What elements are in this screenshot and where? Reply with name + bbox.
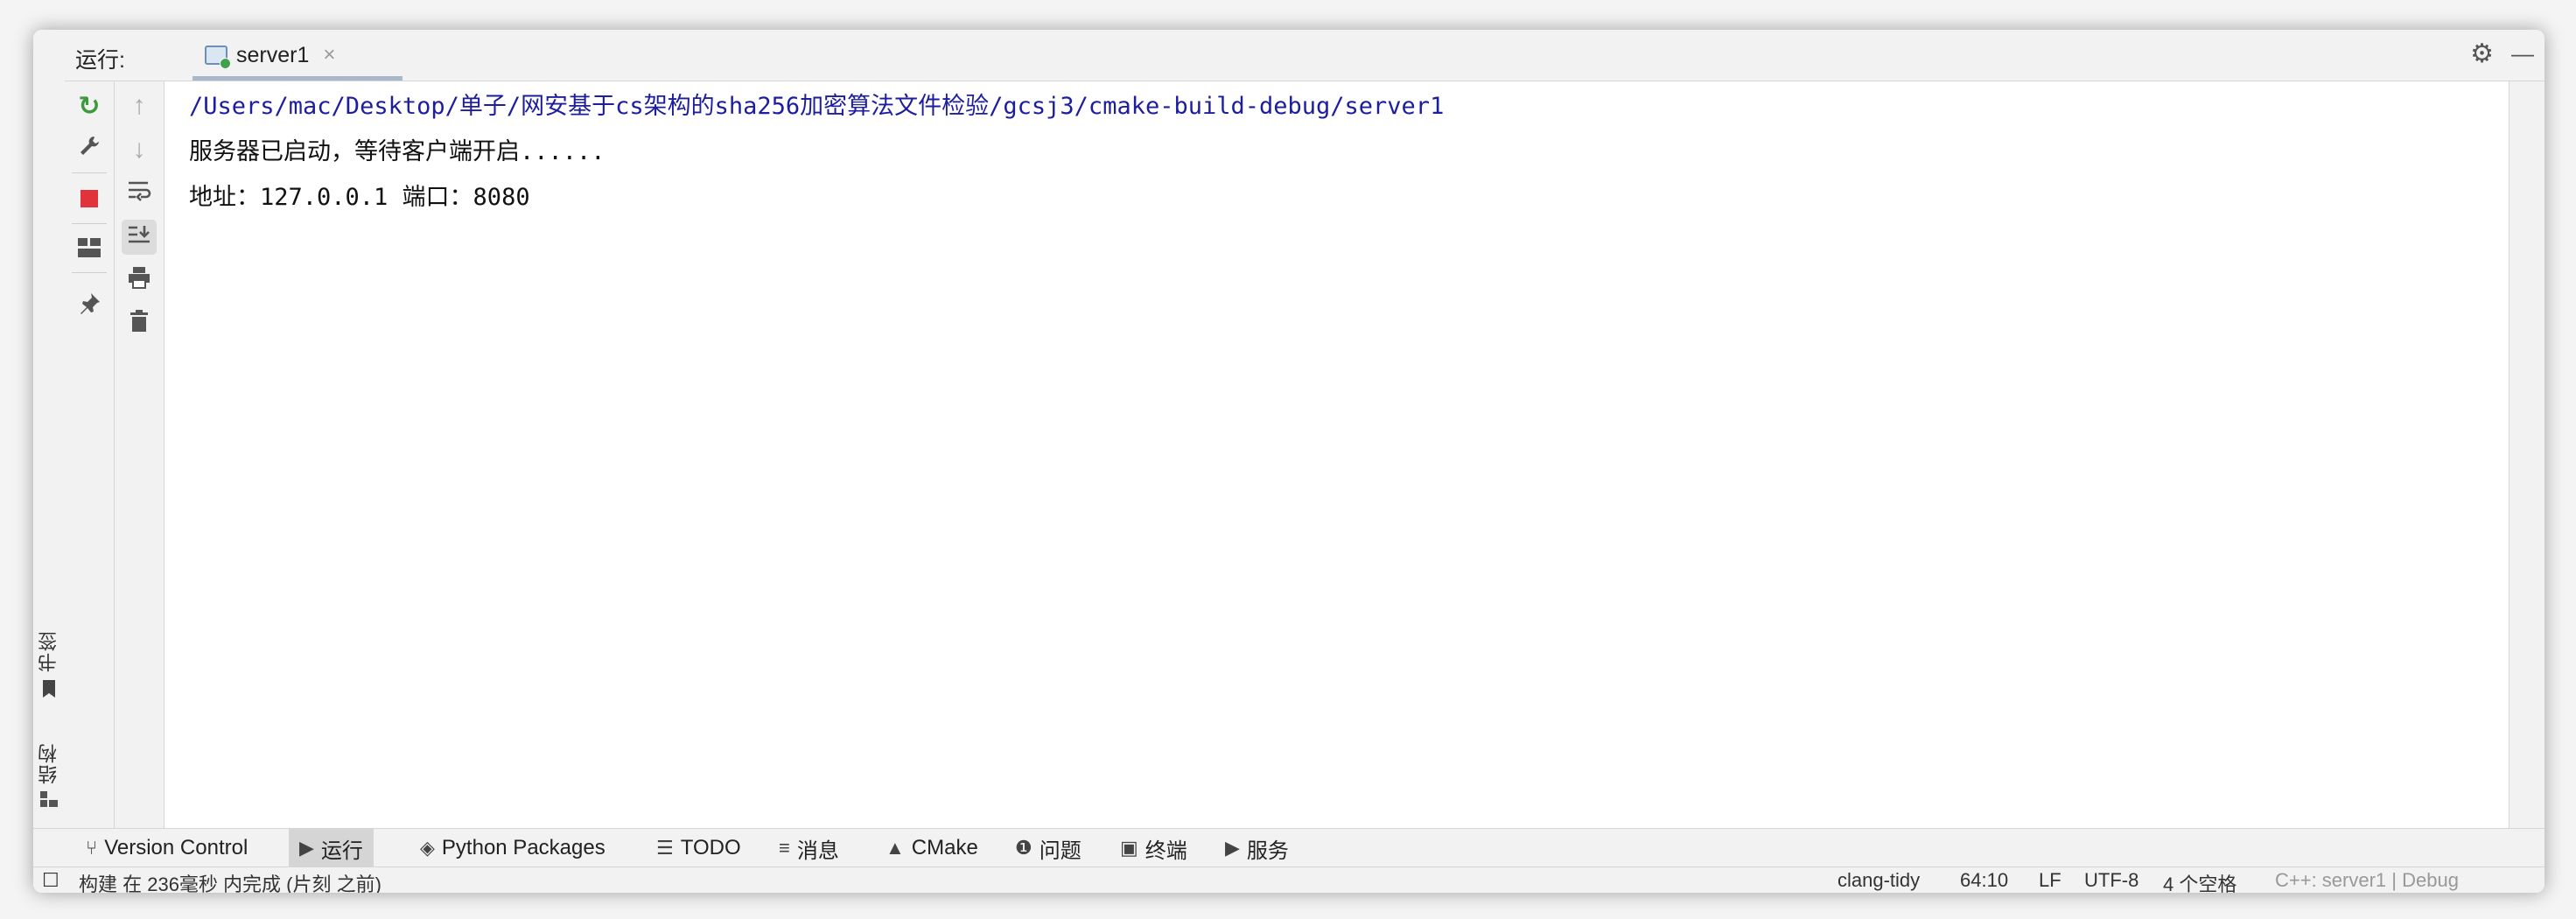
tool-tab-problems[interactable]: ❶ 问题	[1004, 829, 1092, 867]
tool-tab-label: 问题	[1039, 838, 1082, 863]
status-toggle-icon[interactable]: ☐	[42, 869, 60, 892]
console-line-address: 地址：127.0.0.1 端口：8080	[189, 184, 530, 211]
rerun-button[interactable]: ↻	[72, 88, 107, 123]
previous-occurrence-button[interactable]: ↑	[122, 88, 157, 123]
tool-tab-version-control[interactable]: ⑂ Version Control	[75, 829, 258, 867]
tool-tab-label: Python Packages	[441, 836, 606, 859]
tool-tab-python-packages[interactable]: ◈ Python Packages	[410, 829, 616, 867]
run-label: 运行:	[75, 48, 125, 73]
linter-widget[interactable]: clang-tidy	[1838, 869, 1920, 892]
build-status-message[interactable]: 构建 在 236毫秒 内完成 (片刻 之前)	[79, 869, 382, 893]
restore-layout-button[interactable]	[72, 232, 107, 267]
print-button[interactable]	[122, 263, 157, 298]
layers-icon: ◈	[420, 837, 435, 859]
terminal-icon: ▣	[1120, 837, 1138, 859]
console-line-started: 服务器已启动，等待客户端开启......	[189, 138, 606, 165]
status-bar: ☐ 构建 在 236毫秒 内完成 (片刻 之前) clang-tidy 64:1…	[33, 866, 2544, 893]
pin-tab-button[interactable]	[72, 290, 107, 325]
side-tab-structure-label: 结构	[38, 742, 60, 784]
left-side-strip: 书签 结构	[33, 30, 66, 828]
console-actions-toolbar: ↑ ↓	[115, 81, 164, 828]
messages-icon: ≡	[779, 837, 790, 859]
next-occurrence-button[interactable]: ↓	[122, 132, 157, 167]
console-output[interactable]: /Users/mac/Desktop/单子/网安基于cs架构的sha256加密算…	[164, 81, 2510, 828]
minimize-icon[interactable]: —	[2511, 40, 2534, 67]
tool-tab-label: CMake	[911, 836, 978, 859]
tabbar-actions: ⚙ —	[2470, 39, 2534, 69]
tool-tab-label: TODO	[680, 836, 741, 859]
tab-server1[interactable]: server1 ×	[192, 30, 402, 81]
soft-wrap-button[interactable]	[122, 176, 157, 211]
tool-tab-label: Version Control	[104, 836, 248, 859]
list-icon: ☰	[656, 837, 674, 859]
gear-icon[interactable]: ⚙	[2470, 39, 2494, 69]
branch-icon: ⑂	[86, 837, 98, 859]
layout-icon	[78, 235, 101, 264]
toolbar-separator	[72, 272, 107, 273]
rerun-icon: ↻	[78, 91, 101, 121]
structure-icon	[40, 791, 58, 814]
caret-position[interactable]: 64:10	[1960, 869, 2008, 892]
indent-setting[interactable]: 4 个空格	[2163, 869, 2236, 893]
tool-tab-label: 运行	[320, 838, 363, 863]
problems-icon: ❶	[1015, 837, 1032, 859]
pin-icon	[78, 292, 101, 322]
close-icon[interactable]: ×	[323, 43, 335, 67]
tool-tab-label: 服务	[1246, 838, 1289, 863]
right-gutter	[2509, 81, 2544, 828]
tool-tab-label: 消息	[796, 838, 839, 863]
edit-configuration-button[interactable]	[72, 132, 107, 167]
scroll-to-end-button[interactable]	[122, 220, 157, 255]
tool-tab-todo[interactable]: ☰ TODO	[646, 829, 752, 867]
console-line-path[interactable]: /Users/mac/Desktop/单子/网安基于cs架构的sha256加密算…	[189, 87, 1444, 121]
run-actions-toolbar: ↻	[65, 81, 115, 828]
run-tab-bar: 运行: server1 × ⚙ —	[65, 30, 2544, 81]
stop-icon	[80, 186, 99, 215]
soft-wrap-icon	[127, 179, 151, 208]
trash-icon	[130, 310, 149, 340]
print-icon	[128, 266, 150, 296]
run-icon: ▶	[299, 837, 314, 859]
wrench-icon	[78, 135, 101, 165]
tool-tab-run[interactable]: ▶ 运行	[289, 829, 374, 867]
run-tool-window: 书签 结构 运行: server1 × ⚙ — ↻ ↑ ↓ /Users/mac…	[33, 30, 2544, 893]
bookmark-icon	[41, 679, 57, 704]
side-tab-structure[interactable]: 结构	[35, 737, 63, 814]
clear-all-button[interactable]	[122, 307, 157, 342]
tool-tab-label: 终端	[1144, 838, 1187, 863]
down-arrow-icon: ↓	[132, 135, 146, 164]
scroll-to-end-icon	[127, 222, 151, 252]
tool-tab-cmake[interactable]: ▲ CMake	[875, 829, 989, 867]
services-icon: ▶	[1225, 837, 1240, 859]
line-separator[interactable]: LF	[2039, 869, 2062, 892]
run-context[interactable]: C++: server1 | Debug	[2275, 869, 2459, 892]
cmake-icon: ▲	[886, 837, 905, 859]
side-tab-bookmarks[interactable]: 书签	[35, 625, 63, 704]
file-encoding[interactable]: UTF-8	[2084, 869, 2138, 892]
side-tab-bookmarks-label: 书签	[38, 630, 60, 672]
tool-tab-terminal[interactable]: ▣ 终端	[1110, 829, 1198, 867]
bottom-tool-bar: ⑂ Version Control ▶ 运行 ◈ Python Packages…	[33, 828, 2544, 867]
toolbar-separator	[72, 223, 107, 224]
stop-button[interactable]	[72, 183, 107, 218]
console-window-icon	[205, 46, 231, 69]
tab-server1-label: server1	[236, 42, 310, 67]
up-arrow-icon: ↑	[132, 91, 146, 120]
tool-tab-services[interactable]: ▶ 服务	[1214, 829, 1299, 867]
toolbar-separator	[72, 172, 107, 173]
tool-tab-messages[interactable]: ≡ 消息	[768, 829, 850, 867]
